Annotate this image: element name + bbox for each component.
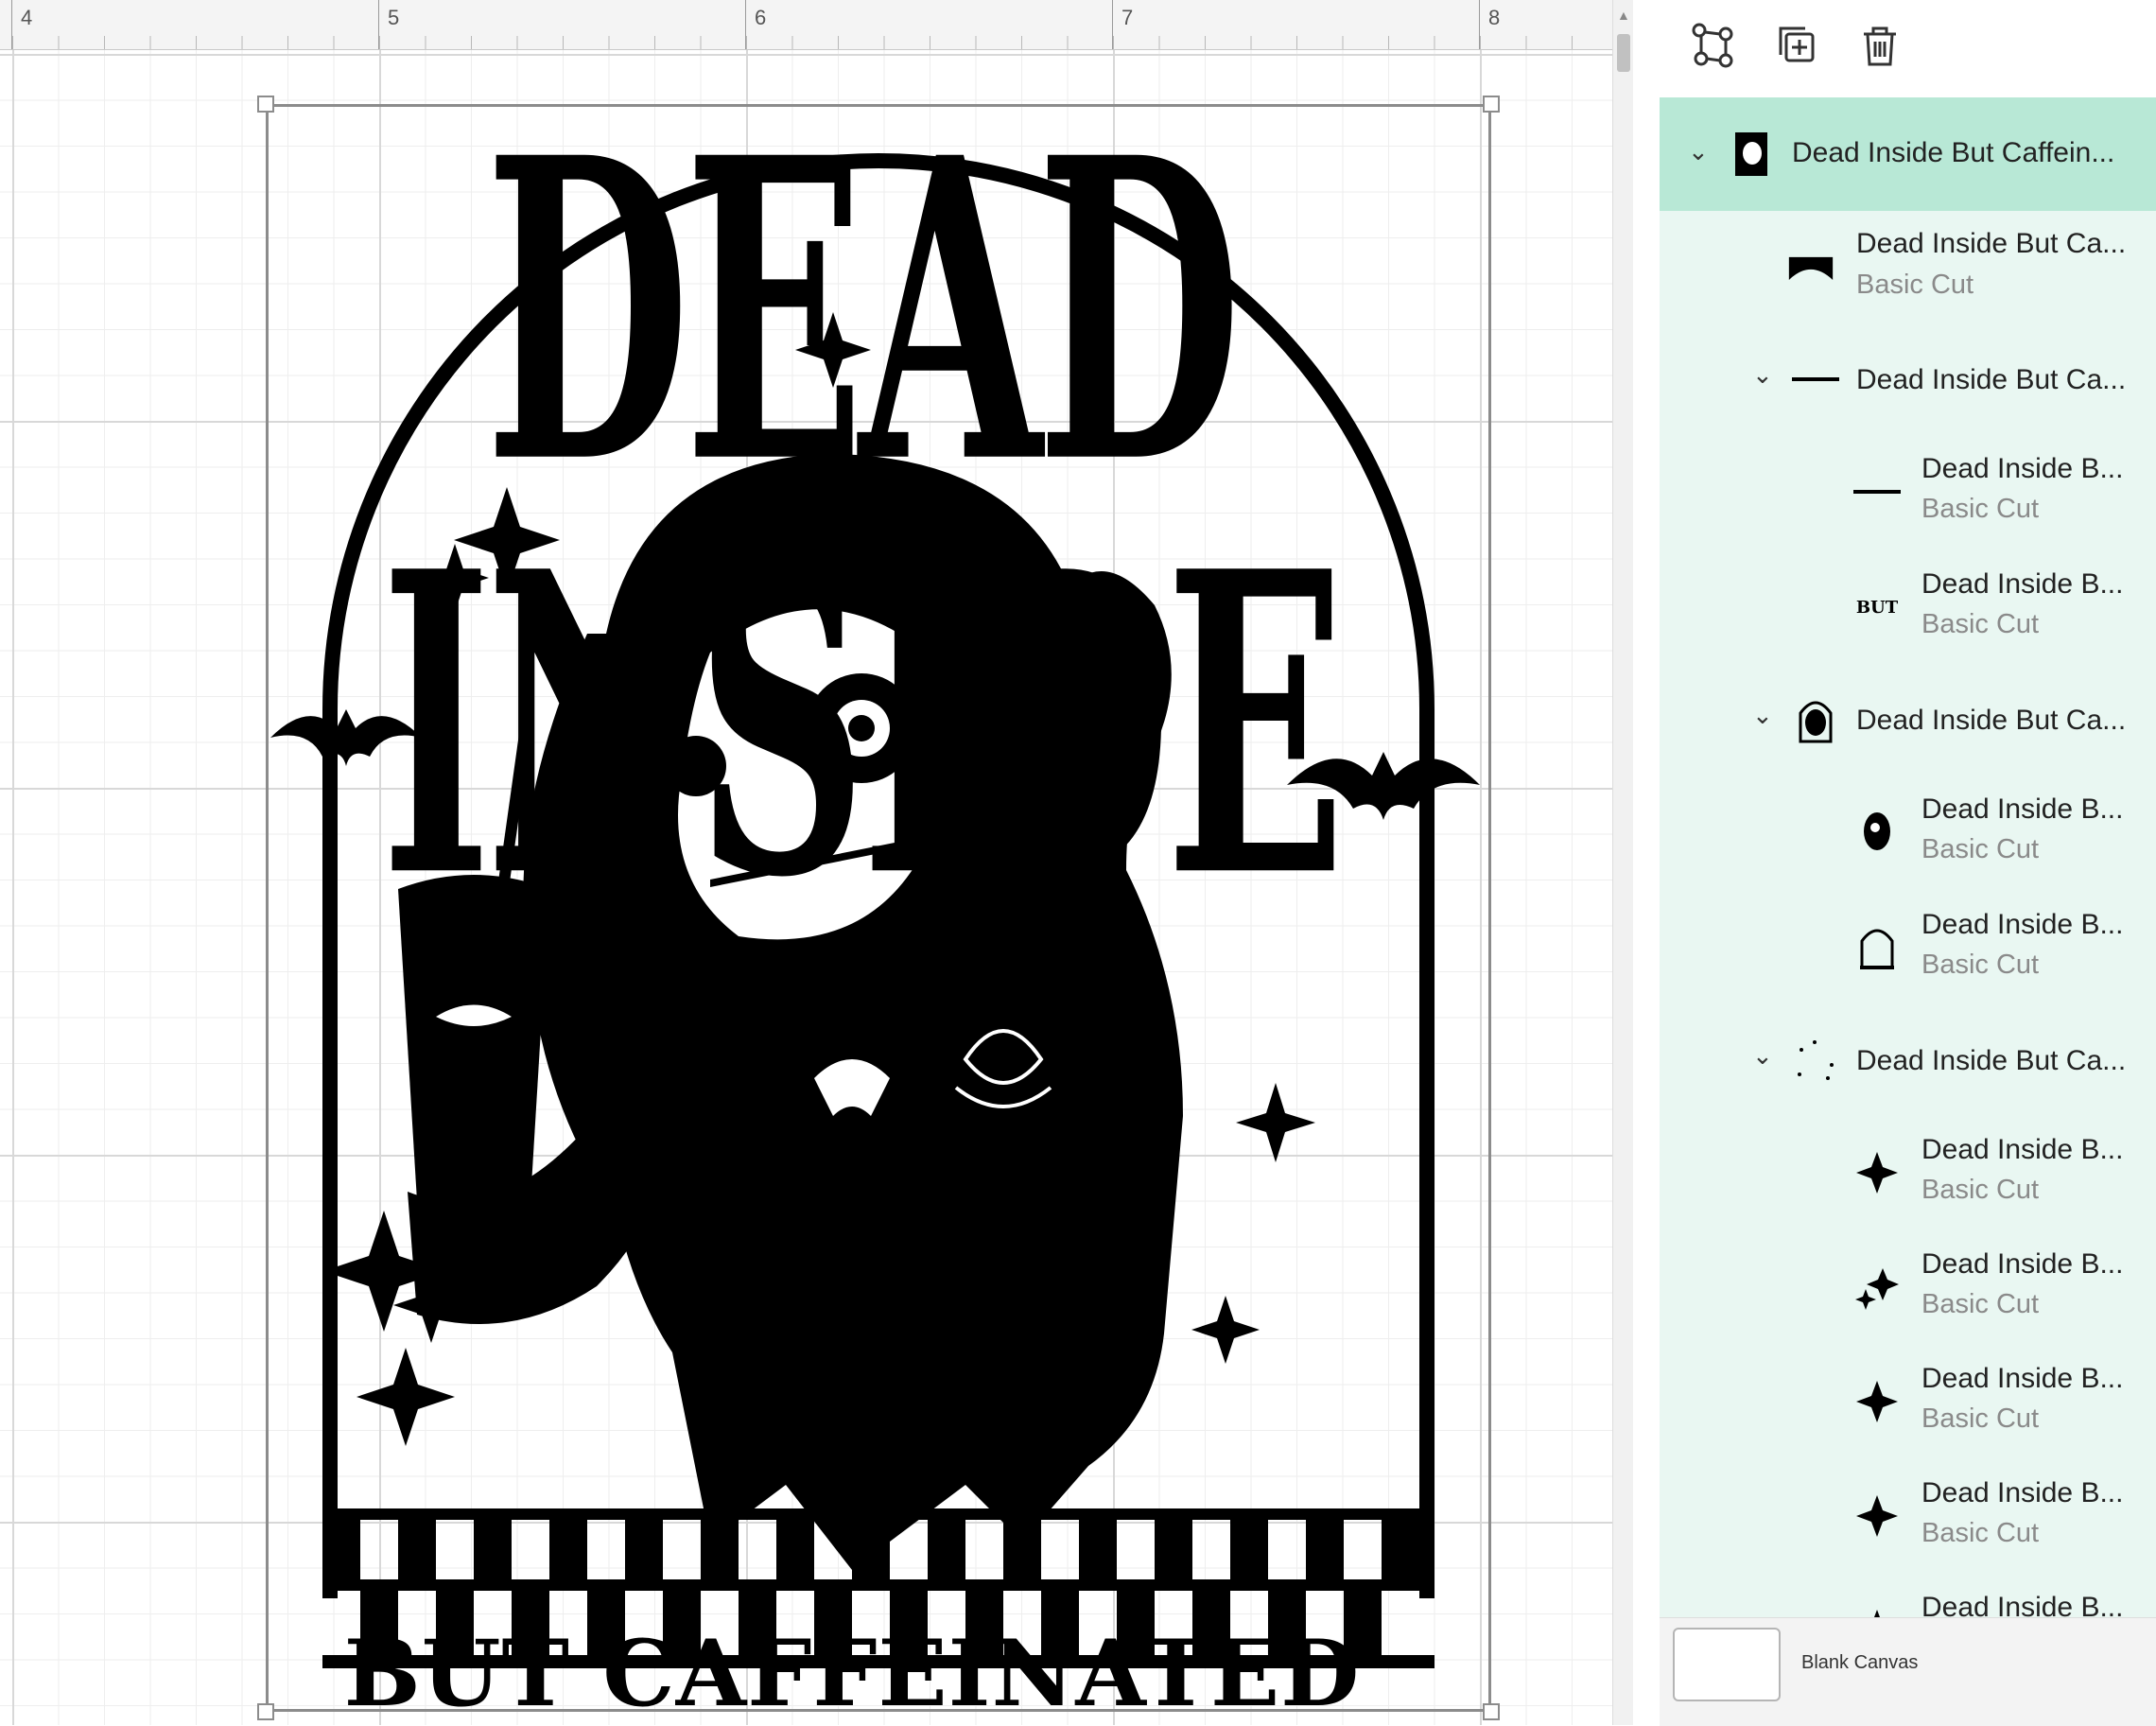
delete-button[interactable]	[1854, 21, 1905, 72]
trash-icon	[1864, 26, 1896, 66]
layer-item[interactable]: Dead Inside But Ca... Basic Cut	[1660, 211, 2156, 324]
full-design-thumb	[1728, 131, 1775, 178]
layer-name: Dead Inside B...	[1921, 1477, 2124, 1508]
canvas-scrollbar[interactable]: ▲	[1612, 0, 1634, 1725]
chevron-down-icon[interactable]: ⌄	[1752, 701, 1773, 730]
chevron-down-icon[interactable]: ⌄	[1752, 360, 1773, 390]
blank-canvas-label: Blank Canvas	[1801, 1652, 1919, 1673]
panel-divider	[1633, 0, 1660, 1725]
layer-item[interactable]: Dead Inside B... Basic Cut	[1660, 1115, 2156, 1229]
layer-item[interactable]: Dead Inside B... Basic Cut	[1660, 1458, 2156, 1573]
layer-name: Dead Inside B...	[1921, 1363, 2124, 1394]
star-thumb	[1853, 1492, 1901, 1540]
layer-group-main[interactable]: ⌄ Dead Inside But Caffein...	[1660, 97, 2156, 211]
ruler-number: 8	[1488, 6, 1501, 29]
design-title-but-caffeinated: BUT CAFFEINATED	[343, 1620, 1361, 1725]
layer-type: Basic Cut	[1921, 609, 2040, 639]
star-thumb	[1853, 1607, 1901, 1617]
layer-item[interactable]: Dead Inside B... Basic Cut	[1660, 434, 2156, 549]
layer-type: Basic Cut	[1921, 834, 2040, 864]
sparkles-thumb	[1792, 1037, 1839, 1084]
layer-item[interactable]: BUT Dead Inside B... Basic Cut	[1660, 549, 2156, 665]
layer-type: Basic Cut	[1921, 1175, 2040, 1205]
double-star-thumb	[1853, 1264, 1901, 1311]
scroll-up-icon[interactable]: ▲	[1617, 8, 1630, 23]
layer-item[interactable]: Dead Inside B... Basic Cut	[1660, 890, 2156, 1005]
canvas-bar: Blank Canvas	[1660, 1617, 2156, 1726]
layer-name: Dead Inside B...	[1921, 1592, 2124, 1617]
girl-thumb	[1853, 809, 1901, 856]
layer-name: Dead Inside But Caffein...	[1792, 137, 2115, 168]
line-thumb	[1853, 468, 1901, 515]
arch-frame-thumb	[1853, 924, 1901, 971]
ruler-number: 7	[1121, 6, 1134, 29]
layer-name: Dead Inside B...	[1921, 1134, 2124, 1165]
ruler-number: 6	[755, 6, 767, 29]
but-text-thumb: BUT	[1855, 597, 1899, 618]
duplicate-icon	[1779, 26, 1815, 62]
layer-type: Basic Cut	[1921, 950, 2040, 980]
layer-group[interactable]: ⌄ Dead Inside But Ca...	[1660, 665, 2156, 775]
girl-frame-thumb	[1792, 696, 1839, 743]
ruler-number: 4	[21, 6, 33, 29]
layer-name: Dead Inside But Ca...	[1856, 228, 2127, 259]
layer-group[interactable]: ⌄ Dead Inside But Ca...	[1660, 324, 2156, 434]
layers-toolbar	[1660, 0, 2156, 95]
layer-type: Basic Cut	[1921, 1518, 2040, 1548]
design-title-dead-inside: DEAD INSIDE	[380, 67, 1346, 968]
layers-panel: ⌄ Dead Inside But Caffein... Dead Inside…	[1660, 0, 2156, 1726]
layer-type: Basic Cut	[1921, 1289, 2040, 1319]
blank-canvas-swatch[interactable]	[1673, 1628, 1781, 1701]
chevron-down-icon[interactable]: ⌄	[1752, 1041, 1773, 1071]
line-thumb	[1792, 356, 1839, 403]
layer-type: Basic Cut	[1921, 494, 2040, 524]
ruler-number: 5	[388, 6, 400, 29]
star-thumb	[1853, 1149, 1901, 1196]
layer-item[interactable]: Dead Inside B... Basic Cut	[1660, 1344, 2156, 1458]
layers-list: ⌄ Dead Inside But Caffein... Dead Inside…	[1660, 97, 2156, 1617]
design-canvas[interactable]: 4 5 6 7 8 DEAD INSIDE BUT CAFFEINATED	[0, 0, 1612, 1725]
resize-handle[interactable]	[1483, 1703, 1500, 1720]
layer-type: Basic Cut	[1921, 1403, 2040, 1434]
layer-name: Dead Inside B...	[1921, 793, 2124, 825]
chevron-down-icon[interactable]: ⌄	[1688, 137, 1709, 166]
layer-group[interactable]: ⌄ Dead Inside But Ca...	[1660, 1005, 2156, 1115]
layer-item[interactable]: Dead Inside B... Basic Cut	[1660, 775, 2156, 890]
duplicate-button[interactable]	[1771, 21, 1822, 72]
ungroup-button[interactable]	[1688, 21, 1739, 72]
rose	[937, 1012, 1069, 1144]
layer-name: Dead Inside But Ca...	[1856, 364, 2127, 395]
resize-handle[interactable]	[257, 1703, 274, 1720]
layer-item[interactable]: Dead Inside B... Basic Cut	[1660, 1229, 2156, 1344]
layer-name: Dead Inside B...	[1921, 1248, 2124, 1280]
layer-name: Dead Inside B...	[1921, 909, 2124, 940]
resize-handle[interactable]	[257, 96, 274, 113]
scrollbar-thumb[interactable]	[1617, 34, 1630, 72]
horizontal-ruler: 4 5 6 7 8	[0, 0, 1612, 50]
layer-name: Dead Inside But Ca...	[1856, 705, 2127, 736]
layer-name: Dead Inside But Ca...	[1856, 1045, 2127, 1076]
star-thumb	[1853, 1378, 1901, 1425]
layer-name: Dead Inside B...	[1921, 568, 2124, 600]
layer-name: Dead Inside B...	[1921, 453, 2124, 484]
arch-text-thumb	[1787, 244, 1834, 291]
layer-type: Basic Cut	[1856, 270, 1974, 300]
resize-handle[interactable]	[1483, 96, 1500, 113]
layer-item[interactable]: Dead Inside B...	[1660, 1573, 2156, 1617]
ungroup-icon	[1692, 23, 1733, 68]
